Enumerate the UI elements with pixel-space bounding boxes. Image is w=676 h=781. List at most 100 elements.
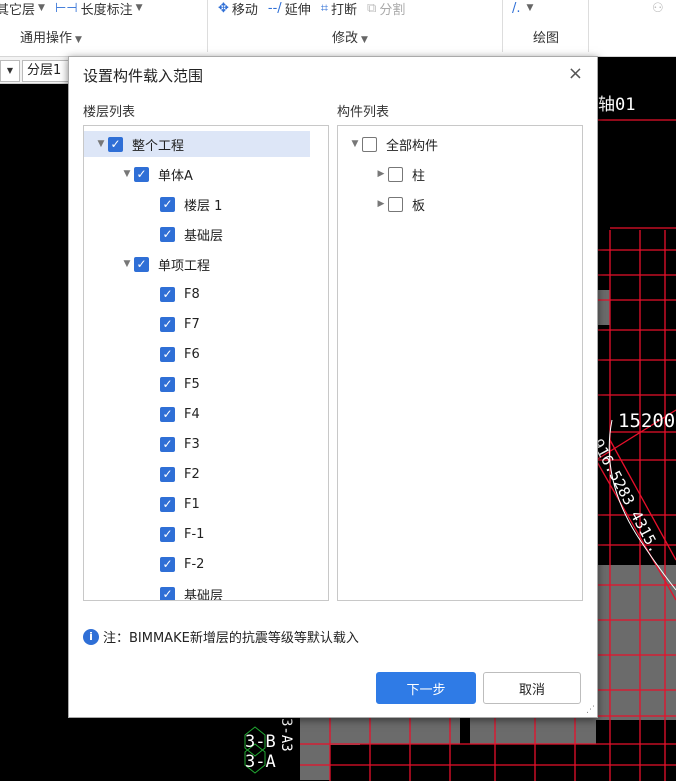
floor-tree-item[interactable]: ✓ F6 xyxy=(84,341,310,367)
floor-tree-item[interactable]: ✓ F-2 xyxy=(84,551,310,577)
floor-tree-item[interactable]: ▼ ✓ 单体A xyxy=(84,161,310,187)
floor-tree-item[interactable]: ✓ 楼层 1 xyxy=(84,191,310,217)
chevron-right-icon[interactable]: ▶ xyxy=(374,199,388,209)
checkbox-checked[interactable]: ✓ xyxy=(160,316,175,332)
checkbox-checked[interactable]: ✓ xyxy=(134,166,149,182)
checkbox-checked[interactable]: ✓ xyxy=(160,526,175,542)
load-range-dialog: 设置构件载入范围 × 楼层列表 构件列表 ▼ ✓ 整个工程 ▼ ✓ 单体A ✓ 楼层 1 ✓ 基础… xyxy=(68,56,598,718)
checkbox-checked[interactable]: ✓ xyxy=(160,346,175,362)
floor-tree-item-label: F3 xyxy=(184,436,200,452)
floor-tree-item-label: 整个工程 xyxy=(132,138,185,154)
checkbox-unchecked[interactable] xyxy=(388,196,403,212)
floor-tree-item-label: 基础层 xyxy=(184,228,224,244)
component-list-label: 构件列表 xyxy=(337,105,390,120)
floor-tree-item[interactable]: ✓ F2 xyxy=(84,461,310,487)
chevron-down-icon[interactable]: ▼ xyxy=(94,139,108,149)
split-icon: ⧉ xyxy=(367,0,377,16)
draw-line-button[interactable]: /. ▼ xyxy=(512,1,533,16)
polyline-icon: /. xyxy=(512,0,521,16)
canvas-grid-label-a: 3-A xyxy=(245,752,276,772)
component-tree-item[interactable]: ▼ 全部构件 xyxy=(338,131,564,157)
checkbox-checked[interactable]: ✓ xyxy=(160,406,175,422)
chevron-down-icon: ▼ xyxy=(6,66,14,75)
ribbon-draw-row: /. ▼ xyxy=(512,0,543,18)
checkbox-checked[interactable]: ✓ xyxy=(160,466,175,482)
other-layer-button[interactable]: 其它层 ▼ xyxy=(0,0,45,18)
ribbon-modify-row: ✥ 移动 --/延伸 ⌗ 打断 ⧉ 分割 xyxy=(218,0,415,18)
floor-tree-item-label: F-2 xyxy=(184,556,205,572)
chevron-down-icon[interactable]: ▼ xyxy=(348,139,362,149)
ribbon-right-row: ⚇ xyxy=(652,0,676,18)
floor-tree-item[interactable]: ✓ F8 xyxy=(84,281,310,307)
floor-selector-bar: ▼ 分层1 xyxy=(0,57,75,84)
floor-tree-item[interactable]: ✓ F7 xyxy=(84,311,310,337)
floor-tree-item-label: F2 xyxy=(184,466,200,482)
split-button[interactable]: ⧉ 分割 xyxy=(367,0,405,18)
component-tree-item[interactable]: ▶ 柱 xyxy=(338,161,564,187)
next-button[interactable]: 下一步 xyxy=(376,672,476,704)
group-general-label: 通用操作 ▼ xyxy=(20,31,82,46)
floor-tree-item-label: F8 xyxy=(184,286,200,302)
checkbox-checked[interactable]: ✓ xyxy=(160,436,175,452)
split-label: 分割 xyxy=(379,2,406,18)
floor-tree-item[interactable]: ✓ F4 xyxy=(84,401,310,427)
chevron-down-icon[interactable]: ▼ xyxy=(120,169,134,179)
chevron-right-icon[interactable]: ▶ xyxy=(374,169,388,179)
checkbox-checked[interactable]: ✓ xyxy=(160,586,175,600)
floor-tree-item-label: F7 xyxy=(184,316,200,332)
ribbon-divider xyxy=(502,0,503,52)
chevron-down-icon[interactable]: ▼ xyxy=(120,259,134,269)
floor-tree-item[interactable]: ▼ ✓ 整个工程 xyxy=(84,131,310,157)
chevron-down-icon: ▼ xyxy=(526,3,534,13)
canvas-grid-label-vertical: 3-A3 xyxy=(278,718,294,752)
cancel-button[interactable]: 取消 xyxy=(483,672,581,704)
chevron-down-icon: ▼ xyxy=(135,3,143,13)
dialog-title: 设置构件载入范围 xyxy=(83,67,204,85)
close-icon[interactable]: × xyxy=(568,63,583,84)
component-tree-item-label: 板 xyxy=(412,198,426,214)
move-icon: ✥ xyxy=(218,0,229,16)
component-tree-panel[interactable]: ▼ 全部构件 ▶ 柱 ▶ 板 xyxy=(337,125,583,601)
floor-tree-item[interactable]: ✓ 基础层 xyxy=(84,221,310,247)
floor-tree-item[interactable]: ✓ F5 xyxy=(84,371,310,397)
dimension-icon: ⊢⊣ xyxy=(54,0,78,16)
floor-dropdown-button[interactable]: ▼ xyxy=(0,60,20,82)
component-tree-item-label: 柱 xyxy=(412,168,426,184)
checkbox-unchecked[interactable] xyxy=(388,166,403,182)
checkbox-checked[interactable]: ✓ xyxy=(160,496,175,512)
floor-tree-item[interactable]: ✓ 基础层 xyxy=(84,581,310,600)
checkbox-checked[interactable]: ✓ xyxy=(108,136,123,152)
extend-button[interactable]: --/延伸 xyxy=(268,0,311,18)
floor-tree-item[interactable]: ✓ F1 xyxy=(84,491,310,517)
floor-tree-item[interactable]: ✓ F3 xyxy=(84,431,310,457)
checkbox-unchecked[interactable] xyxy=(362,136,377,152)
floor-list-label: 楼层列表 xyxy=(83,105,136,120)
user-button[interactable]: ⚇ xyxy=(652,1,667,16)
info-icon: i xyxy=(83,628,99,645)
ribbon-toolbar: 其它层 ▼ ⊢⊣ 长度标注 ▼ ✥ 移动 --/延伸 ⌗ 打断 ⧉ 分割 /. ▼ ⚇ 通用操… xyxy=(0,0,676,57)
move-button[interactable]: ✥ 移动 xyxy=(218,0,258,18)
break-button[interactable]: ⌗ 打断 xyxy=(321,0,357,18)
floor-tree-item[interactable]: ✓ F-1 xyxy=(84,521,310,547)
checkbox-checked[interactable]: ✓ xyxy=(160,196,175,212)
ribbon-general-row: 其它层 ▼ ⊢⊣ 长度标注 ▼ xyxy=(0,0,153,18)
load-note-text: 注：BIMMAKE新增层的抗震等级等默认载入 xyxy=(103,631,359,646)
chevron-down-icon: ▼ xyxy=(75,35,82,45)
checkbox-checked[interactable]: ✓ xyxy=(160,226,175,242)
checkbox-checked[interactable]: ✓ xyxy=(160,286,175,302)
user-icon: ⚇ xyxy=(652,0,664,16)
checkbox-checked[interactable]: ✓ xyxy=(160,556,175,572)
length-dimension-label: 长度标注 xyxy=(80,2,133,18)
floor-tree-item-label: 单项工程 xyxy=(158,258,211,274)
component-tree-item[interactable]: ▶ 板 xyxy=(338,191,564,217)
resize-grip-icon[interactable]: ⋰ xyxy=(586,705,595,715)
move-label: 移动 xyxy=(231,2,258,18)
checkbox-checked[interactable]: ✓ xyxy=(134,256,149,272)
floor-tree-item[interactable]: ▼ ✓ 单项工程 xyxy=(84,251,310,277)
floor-tree-panel[interactable]: ▼ ✓ 整个工程 ▼ ✓ 单体A ✓ 楼层 1 ✓ 基础层 ▼ ✓ 单项工程 ✓ F8 ✓ F7 ✓ F6 ✓ F5 ✓ F… xyxy=(83,125,329,601)
checkbox-checked[interactable]: ✓ xyxy=(160,376,175,392)
floor-tree-scrollbar[interactable] xyxy=(328,146,329,554)
floor-tree-item-label: 单体A xyxy=(158,168,193,184)
length-dimension-button[interactable]: ⊢⊣ 长度标注 ▼ xyxy=(55,0,143,18)
break-icon: ⌗ xyxy=(320,0,329,16)
